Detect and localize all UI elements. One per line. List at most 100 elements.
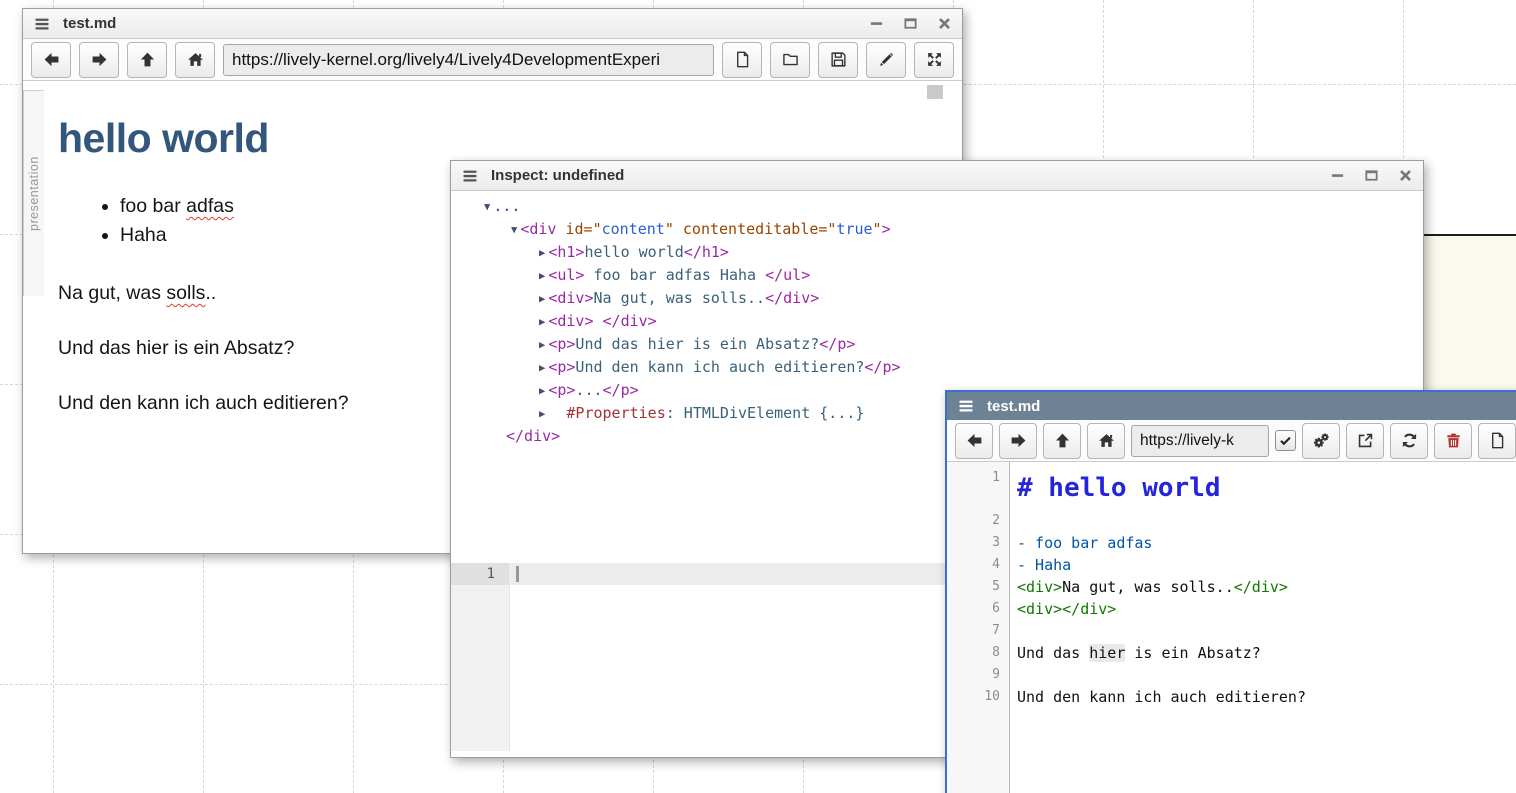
- url-input[interactable]: [223, 44, 714, 76]
- token-tag: <ul>: [548, 266, 584, 284]
- home-button[interactable]: [175, 42, 215, 78]
- edit-button[interactable]: [866, 42, 906, 78]
- open-external-button[interactable]: [1346, 423, 1384, 459]
- dom-tree-node[interactable]: ▶<h1>hello world</h1>: [451, 241, 1423, 264]
- check-icon: [1279, 434, 1292, 447]
- new-file-icon: [1489, 432, 1506, 449]
- code-line[interactable]: 9: [947, 664, 1516, 686]
- maximize-icon[interactable]: [903, 16, 918, 31]
- arrow-right-icon: [1010, 432, 1027, 449]
- dom-tree-node[interactable]: ▼...: [451, 195, 1423, 218]
- token-plain: [548, 404, 566, 422]
- dom-tree-node[interactable]: ▶<p>Und das hier is ein Absatz?</p>: [451, 333, 1423, 356]
- token-arr: ▼: [511, 224, 517, 236]
- token-text: Und den kann ich auch editieren?: [575, 358, 864, 376]
- window-titlebar[interactable]: test.md: [947, 392, 1516, 420]
- scrollbar-thumb[interactable]: [927, 85, 943, 99]
- arrow-up-icon: [139, 51, 156, 68]
- trash-icon: [1445, 432, 1462, 449]
- line-number: 6: [947, 598, 1009, 620]
- code-line[interactable]: 10Und den kann ich auch editieren?: [947, 686, 1516, 708]
- token-q: ": [665, 220, 674, 238]
- line-number: 3: [947, 532, 1009, 554]
- token-text: Na gut, was solls..: [593, 289, 765, 307]
- code-line[interactable]: 4- Haha: [947, 554, 1516, 576]
- token-tag: >: [882, 220, 891, 238]
- token-text: : HTMLDivElement {...}: [666, 404, 865, 422]
- source-code-editor[interactable]: 1# hello world23- foo bar adfas4- Haha5<…: [947, 462, 1516, 793]
- code-line[interactable]: 2: [947, 510, 1516, 532]
- forward-button[interactable]: [999, 423, 1037, 459]
- token-prop: #Properties: [566, 404, 665, 422]
- home-button[interactable]: [1087, 423, 1125, 459]
- new-file-button[interactable]: [1478, 423, 1516, 459]
- code-line[interactable]: 5<div>Na gut, was solls..</div>: [947, 576, 1516, 598]
- open-folder-button[interactable]: [770, 42, 810, 78]
- code-line[interactable]: 7: [947, 620, 1516, 642]
- code-line-content[interactable]: - Haha: [1009, 554, 1071, 576]
- code-line[interactable]: 1# hello world: [947, 467, 1516, 510]
- code-line-content[interactable]: Und den kann ich auch editieren?: [1009, 686, 1306, 708]
- code-lines: 1# hello world23- foo bar adfas4- Haha5<…: [947, 462, 1516, 708]
- settings-button[interactable]: [1302, 423, 1340, 459]
- minimize-icon[interactable]: [869, 16, 884, 31]
- dom-tree-node[interactable]: ▼<div id="content" contenteditable="true…: [451, 218, 1423, 241]
- close-icon[interactable]: [937, 16, 952, 31]
- expand-icon: [926, 51, 943, 68]
- external-link-icon: [1357, 432, 1374, 449]
- delete-button[interactable]: [1434, 423, 1472, 459]
- refresh-button[interactable]: [1390, 423, 1428, 459]
- token-tag: <p>: [548, 335, 575, 353]
- token-tag: </h1>: [684, 243, 729, 261]
- window-menu-icon[interactable]: [33, 16, 51, 32]
- window-titlebar[interactable]: test.md: [23, 9, 962, 39]
- token-tag: </div>: [603, 312, 657, 330]
- close-icon[interactable]: [1398, 168, 1413, 183]
- dom-tree-node[interactable]: ▶<div>Na gut, was solls..</div>: [451, 287, 1423, 310]
- presentation-side-tab[interactable]: presentation: [23, 90, 44, 296]
- code-line-content[interactable]: Und das hier is ein Absatz?: [1009, 642, 1261, 664]
- arrow-left-icon: [43, 51, 60, 68]
- arrow-left-icon: [966, 432, 983, 449]
- window-titlebar[interactable]: Inspect: undefined: [451, 161, 1423, 191]
- code-line[interactable]: 3- foo bar adfas: [947, 532, 1516, 554]
- code-line[interactable]: 8Und das hier is ein Absatz?: [947, 642, 1516, 664]
- token-tag: <p>: [548, 358, 575, 376]
- line-number: 7: [947, 620, 1009, 642]
- window-markdown-editor: test.md 1# hello world23- foo bar adfas4…: [945, 390, 1516, 793]
- back-button[interactable]: [955, 423, 993, 459]
- token-tag: <div: [520, 220, 556, 238]
- lively-desktop: test.md presentation hello world foo bar…: [0, 0, 1516, 793]
- code-line-content[interactable]: # hello world: [1009, 467, 1221, 510]
- save-button[interactable]: [818, 42, 858, 78]
- dom-tree-node[interactable]: ▶<div> </div>: [451, 310, 1423, 333]
- browser-toolbar: [947, 420, 1516, 462]
- dom-tree-node[interactable]: ▶<ul> foo bar adfas Haha </ul>: [451, 264, 1423, 287]
- minimize-icon[interactable]: [1330, 168, 1345, 183]
- up-button[interactable]: [127, 42, 167, 78]
- back-button[interactable]: [31, 42, 71, 78]
- forward-button[interactable]: [79, 42, 119, 78]
- dom-tree-node[interactable]: ▶<p>Und den kann ich auch editieren?</p>: [451, 356, 1423, 379]
- code-line-content[interactable]: <div></div>: [1009, 598, 1116, 620]
- code-line[interactable]: 6<div></div>: [947, 598, 1516, 620]
- maximize-icon[interactable]: [1364, 168, 1379, 183]
- token-tag: </ul>: [765, 266, 810, 284]
- window-title: test.md: [987, 398, 1040, 415]
- code-line-content[interactable]: <div>Na gut, was solls..</div>: [1009, 576, 1288, 598]
- url-input[interactable]: [1131, 425, 1269, 457]
- token-plain: Und das: [1017, 644, 1089, 662]
- expand-button[interactable]: [914, 42, 954, 78]
- home-icon: [1098, 432, 1115, 449]
- token-arr: ▶: [539, 293, 545, 305]
- window-menu-icon[interactable]: [957, 398, 975, 414]
- window-title: test.md: [63, 15, 116, 32]
- checked-checkbox[interactable]: [1275, 430, 1296, 451]
- new-file-button[interactable]: [722, 42, 762, 78]
- token-arr: ▶: [539, 247, 545, 259]
- arrow-right-icon: [91, 51, 108, 68]
- arrow-up-icon: [1054, 432, 1071, 449]
- window-menu-icon[interactable]: [461, 168, 479, 184]
- up-button[interactable]: [1043, 423, 1081, 459]
- code-line-content[interactable]: - foo bar adfas: [1009, 532, 1152, 554]
